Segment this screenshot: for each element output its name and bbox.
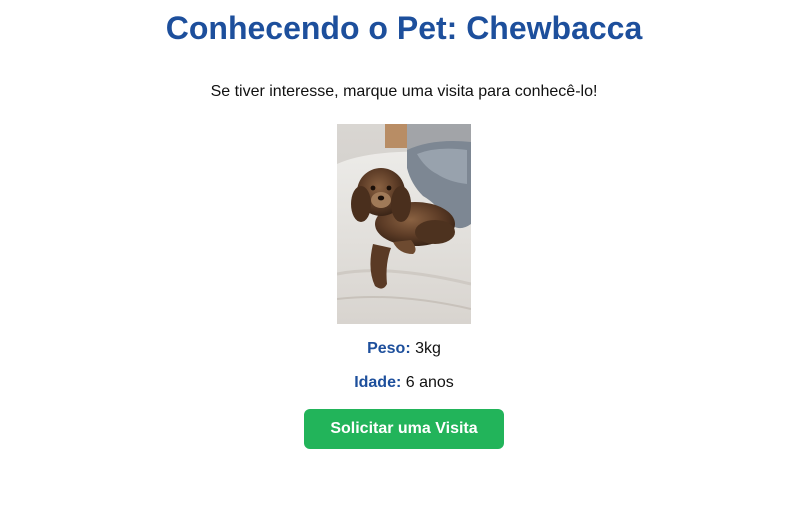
- visit-prompt-text: Se tiver interesse, marque uma visita pa…: [210, 83, 598, 100]
- age-label: Idade:: [354, 374, 402, 391]
- pet-weight: Peso: 3kg: [367, 339, 441, 359]
- page-title: Conhecendo o Pet: Chewbacca: [165, 10, 643, 46]
- pet-detail-page: Conhecendo o Pet: Chewbacca Se tiver int…: [0, 0, 808, 449]
- weight-value: 3kg: [415, 340, 441, 357]
- pet-photo: [337, 124, 471, 324]
- request-visit-button[interactable]: Solicitar uma Visita: [304, 409, 504, 449]
- pet-age: Idade: 6 anos: [354, 373, 454, 393]
- weight-label: Peso:: [367, 340, 411, 357]
- age-value: 6 anos: [405, 374, 454, 391]
